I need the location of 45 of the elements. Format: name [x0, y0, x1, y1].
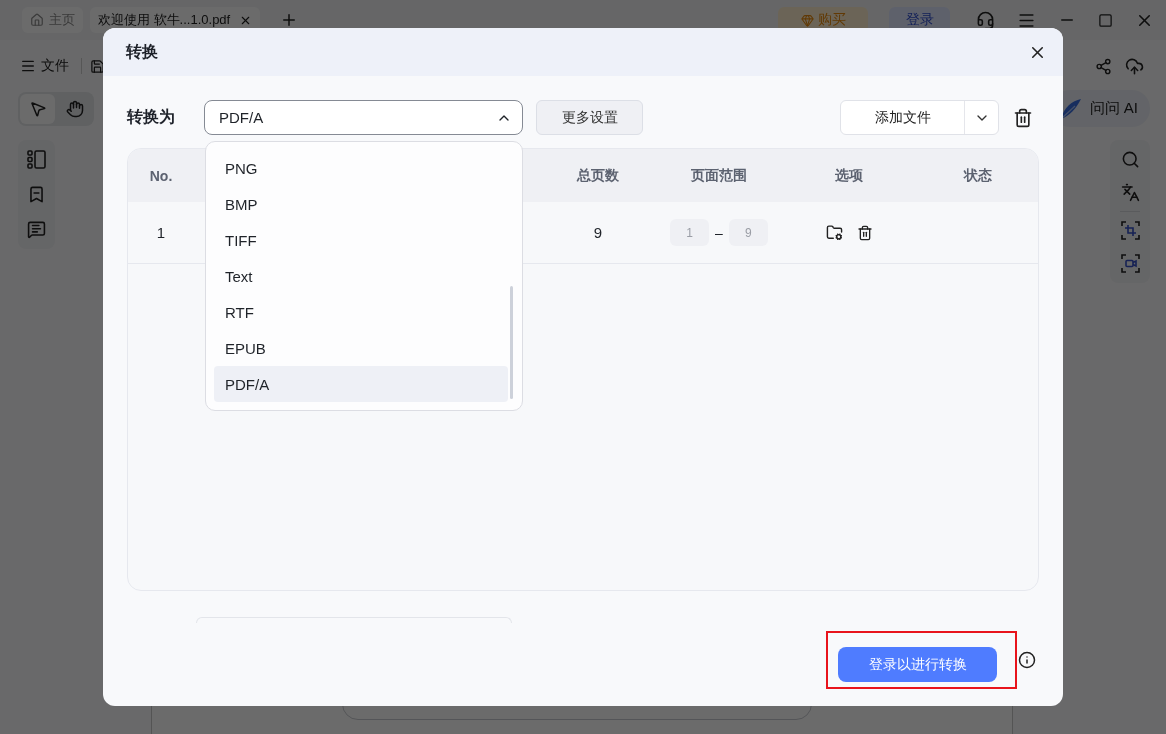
format-select[interactable]: PDF/A [204, 100, 523, 135]
column-header: 选项 [835, 166, 863, 185]
table-cell: 9 [593, 224, 603, 241]
share-icon[interactable] [1095, 57, 1112, 75]
format-option[interactable]: PDF/A [214, 366, 508, 402]
maximize-icon[interactable] [1098, 12, 1113, 28]
format-option[interactable]: EPUB [214, 330, 508, 366]
trash-icon[interactable] [856, 224, 873, 241]
save-icon[interactable] [90, 58, 105, 74]
trash-icon [1013, 107, 1033, 128]
home-icon [30, 13, 44, 27]
menu-icon [20, 58, 36, 74]
convert-button[interactable]: 登录以进行转换 [838, 647, 997, 682]
translate-icon[interactable] [1120, 183, 1140, 202]
more-settings-button[interactable]: 更多设置 [536, 100, 643, 135]
column-header: 总页数 [577, 166, 619, 185]
format-option[interactable]: BMP [214, 186, 508, 222]
column-header: 页面范围 [691, 166, 747, 185]
column-header: 状态 [964, 166, 992, 185]
info-icon[interactable] [1018, 651, 1036, 669]
tool-button[interactable] [20, 94, 55, 124]
field-label: 转换为 [127, 107, 176, 127]
upload-cloud-icon[interactable] [1125, 56, 1144, 76]
crop-icon[interactable] [1120, 221, 1140, 240]
clear-button[interactable] [1013, 107, 1033, 128]
format-option[interactable]: Text [214, 258, 508, 294]
search-icon[interactable] [1120, 150, 1140, 169]
table-cell: 1 [156, 224, 166, 241]
hand-tool-icon [65, 100, 84, 118]
format-option[interactable]: PNG [214, 150, 508, 186]
range-separator: – [715, 224, 723, 241]
comment-icon[interactable] [27, 220, 46, 239]
bookmark-icon[interactable] [27, 185, 46, 204]
pointer-tool-icon [28, 100, 47, 118]
headset-icon[interactable] [976, 10, 995, 30]
scrollbar[interactable] [510, 286, 513, 399]
folder-settings-icon[interactable] [825, 224, 843, 241]
format-option[interactable]: RTF [214, 294, 508, 330]
video-frame-icon[interactable] [1120, 254, 1140, 273]
format-option[interactable]: TIFF [214, 222, 508, 258]
thumbnails-icon[interactable] [27, 150, 46, 169]
column-header: No. [149, 167, 173, 184]
file-menu[interactable]: 文件 [20, 57, 69, 75]
gem-icon [800, 13, 814, 27]
dialog-title: 转换 [126, 41, 158, 62]
